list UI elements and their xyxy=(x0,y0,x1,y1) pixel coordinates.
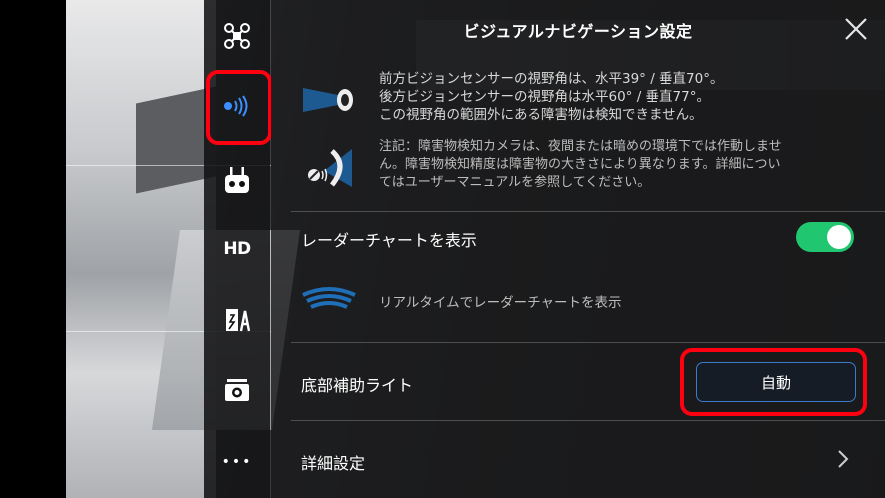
toggle-knob xyxy=(827,225,851,249)
remote-controller-icon xyxy=(225,167,249,193)
sidebar-item-aircraft[interactable] xyxy=(204,10,270,62)
page-title: ビジュアルナビゲーション設定 xyxy=(463,22,693,41)
drone-icon xyxy=(224,23,250,49)
battery-icon xyxy=(226,309,250,332)
advanced-settings-label[interactable]: 詳細設定 xyxy=(301,450,365,474)
sidebar-item-hd-transmission[interactable]: HD xyxy=(204,223,270,275)
radar-chart-description: リアルタイムでレーダーチャートを表示 xyxy=(379,295,622,311)
more-icon: ••• xyxy=(221,454,253,470)
radar-chart-toggle[interactable] xyxy=(796,222,854,252)
sensor-fov-line: 後方ビジョンセンサーの視野角は水平60° / 垂直77°。 xyxy=(379,89,710,105)
divider xyxy=(291,342,885,343)
sensor-note-line: てはユーザーマニュアルを参照してください。 xyxy=(379,175,651,190)
sensor-fov-info: 前方ビジョンセンサーの視野角は、水平39° / 垂直70°。 後方ビジョンセンサ… xyxy=(379,70,724,124)
sidebar-item-more[interactable]: ••• xyxy=(204,436,270,488)
radar-chart-icon xyxy=(302,287,356,309)
sensor-note: 注記：障害物検知カメラは、夜間または暗めの環境下では作動しませ ん。障害物検知精… xyxy=(379,138,864,192)
radar-chart-label: レーダーチャートを表示 xyxy=(301,231,477,250)
chevron-right-icon[interactable] xyxy=(836,448,850,470)
sensor-fov-line: この視野角の範囲外にある障害物は検知できません。 xyxy=(379,107,703,123)
sidebar-item-battery[interactable] xyxy=(204,294,270,346)
divider xyxy=(291,211,885,212)
sensor-fov-line: 前方ビジョンセンサーの視野角は、水平39° / 垂直70°。 xyxy=(379,71,724,87)
highlight-box-auto xyxy=(680,348,867,416)
bottom-light-label: 底部補助ライト xyxy=(301,376,414,395)
forward-sensor-icon xyxy=(303,88,353,112)
close-icon[interactable] xyxy=(841,14,871,44)
sidebar-item-camera[interactable] xyxy=(204,364,270,416)
sidebar-item-remote-controller[interactable] xyxy=(204,155,270,207)
backward-sensor-icon xyxy=(308,149,352,187)
hd-icon: HD xyxy=(223,239,251,259)
camera-icon xyxy=(225,379,249,401)
divider xyxy=(291,420,885,421)
sensor-note-line: 注記：障害物検知カメラは、夜間または暗めの環境下では作動しませ xyxy=(379,139,782,154)
highlight-box-radar xyxy=(206,70,272,145)
sensor-note-line: ん。障害物検知精度は障害物の大きさにより異なります。詳細につい xyxy=(379,157,781,172)
visual-navigation-panel: ビジュアルナビゲーション設定 前方ビジョンセンサーの視野角は、水平39° / 垂… xyxy=(271,0,885,498)
